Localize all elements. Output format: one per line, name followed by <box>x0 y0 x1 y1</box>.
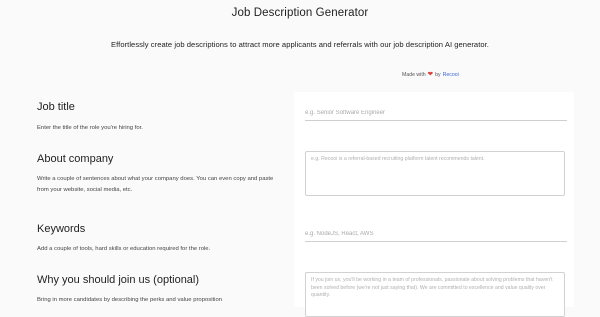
keywords-input[interactable] <box>305 227 567 242</box>
brand-link[interactable]: Recooi <box>443 72 459 78</box>
about-company-description: Write a couple of sentences about what y… <box>37 176 274 193</box>
heart-icon: ❤ <box>427 71 434 78</box>
keywords-description: Add a couple of tools, hard skills or ed… <box>37 246 211 252</box>
why-join-textarea[interactable] <box>305 272 565 317</box>
job-title-heading: Job title <box>37 101 75 113</box>
made-with-by: by <box>435 72 441 79</box>
job-title-input[interactable] <box>305 106 567 121</box>
why-join-description: Bring in more candidates by describing t… <box>37 297 223 303</box>
page-title: Job Description Generator <box>231 7 369 19</box>
about-company-textarea[interactable] <box>305 151 565 196</box>
why-join-heading: Why you should join us (optional) <box>37 274 200 286</box>
made-with-credit: Made with ❤ by Recooi <box>402 71 459 79</box>
job-title-description: Enter the title of the role you're hirin… <box>37 125 143 131</box>
keywords-heading: Keywords <box>37 223 86 235</box>
made-with-label: Made with <box>402 72 426 79</box>
about-company-heading: About company <box>37 153 114 165</box>
page-subtitle: Effortlessly create job descriptions to … <box>111 40 489 49</box>
